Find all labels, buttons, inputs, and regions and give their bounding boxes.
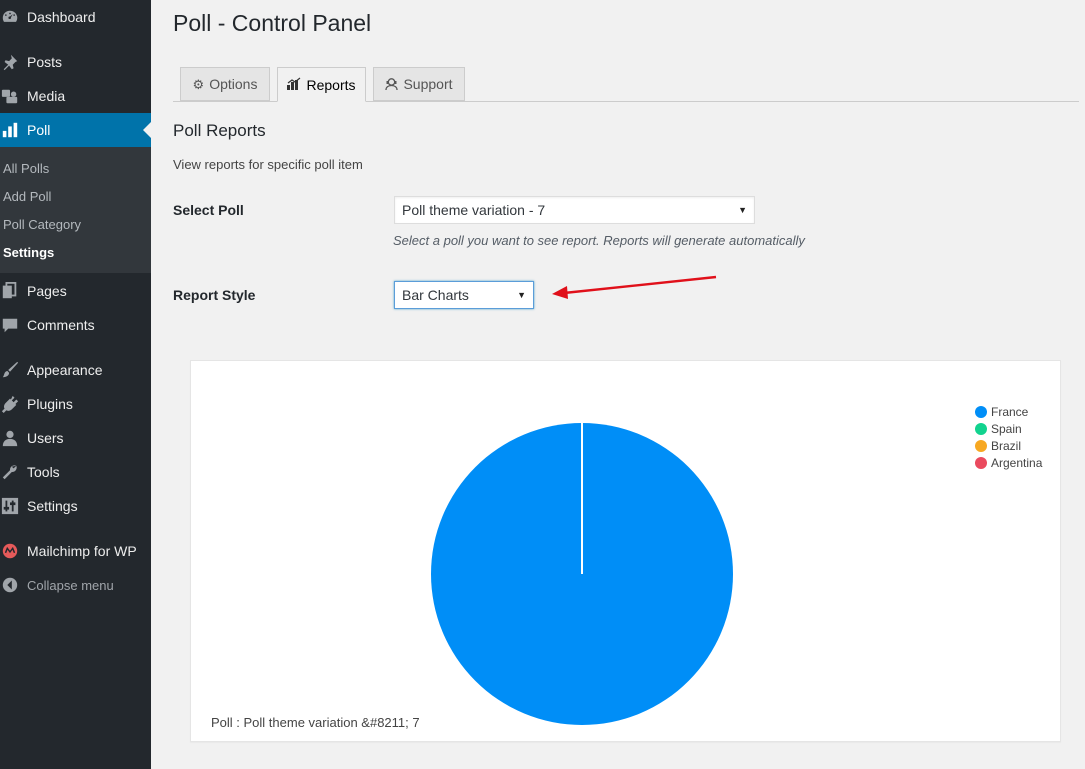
stats-icon [287,77,301,92]
legend-dot [975,439,987,452]
select-poll-value: Poll theme variation - 7 [402,202,546,218]
menu-item-settings[interactable]: Settings [0,489,151,523]
menu-label: Media [27,88,66,104]
section-title: Poll Reports [173,121,266,140]
select-poll-help: Select a poll you want to see report. Re… [393,233,805,248]
menu-label: Poll [27,122,51,138]
select-poll-label: Select Poll [173,202,244,218]
legend-label: Spain [991,421,1022,436]
tab-options[interactable]: ⚙ Options [180,67,270,101]
pages-icon [0,281,20,301]
legend-item-argentina[interactable]: Argentina [975,454,1042,471]
menu-item-users[interactable]: Users [0,421,151,455]
mailchimp-icon [0,541,20,561]
menu-label: Appearance [27,362,103,378]
bar-chart-icon [0,120,20,140]
chevron-down-icon: ▼ [738,205,747,215]
tab-label: Reports [306,76,356,93]
menu-label: Collapse menu [27,577,114,593]
plug-icon [0,394,20,414]
menu-item-appearance[interactable]: Appearance [0,353,151,387]
chart-caption: Poll : Poll theme variation &#8211; 7 [211,715,420,730]
menu-label: Posts [27,54,63,70]
report-style-label: Report Style [173,287,256,303]
menu-label: Pages [27,283,67,299]
tab-reports[interactable]: Reports [277,67,366,102]
report-style-value: Bar Charts [402,287,469,303]
menu-item-plugins[interactable]: Plugins [0,387,151,421]
collapse-menu-button[interactable]: Collapse menu [0,568,151,602]
report-chart-panel: France Spain Brazil Argentina Poll : Poll t… [190,360,1061,742]
menu-item-poll[interactable]: Poll [0,113,151,147]
submenu-item-poll-category[interactable]: Poll Category [3,217,81,232]
menu-label: Tools [27,464,60,480]
legend-dot [975,456,987,469]
pin-icon [0,52,20,72]
page-title: Poll - Control Panel [173,10,372,36]
annotation-arrow-icon [552,275,717,299]
comment-icon [0,315,20,335]
tab-label: Support [403,76,453,92]
legend-label: Argentina [991,455,1043,470]
pie-chart [431,423,733,725]
poll-submenu: All Polls Add Poll Poll Category Setting… [0,147,151,273]
legend-item-brazil[interactable]: Brazil [975,437,1042,454]
submenu-item-all-polls[interactable]: All Polls [3,161,49,176]
dashboard-icon [0,7,20,27]
legend-label: Brazil [991,438,1022,453]
media-icon [0,86,20,106]
legend-dot [975,405,987,418]
tab-support[interactable]: Support [373,67,465,101]
support-icon [385,77,399,92]
menu-label: Comments [27,317,95,333]
legend-item-spain[interactable]: Spain [975,420,1042,437]
section-description: View reports for specific poll item [173,157,363,172]
chevron-down-icon: ▼ [517,290,526,300]
menu-label: Users [27,430,64,446]
menu-label: Dashboard [27,9,96,25]
menu-label: Plugins [27,396,73,412]
wrench-icon [0,462,20,482]
chart-legend: France Spain Brazil Argentina [975,403,1042,471]
admin-sidebar: Dashboard Posts Media Poll All Polls Add… [0,0,151,769]
submenu-item-settings[interactable]: Settings [3,245,54,260]
collapse-arrow-icon [0,575,20,595]
gears-icon: ⚙ [192,76,205,92]
report-style-dropdown[interactable]: Bar Charts ▼ [394,281,534,309]
settings-sliders-icon [0,496,20,516]
menu-item-dashboard[interactable]: Dashboard [0,0,151,34]
brush-icon [0,360,20,380]
legend-dot [975,422,987,435]
legend-label: France [991,404,1029,419]
menu-item-media[interactable]: Media [0,79,151,113]
menu-item-comments[interactable]: Comments [0,308,151,342]
menu-item-tools[interactable]: Tools [0,455,151,489]
select-poll-dropdown[interactable]: Poll theme variation - 7 ▼ [394,196,755,224]
submenu-item-add-poll[interactable]: Add Poll [3,189,51,204]
menu-item-posts[interactable]: Posts [0,45,151,79]
legend-item-france[interactable]: France [975,403,1042,420]
menu-label: Settings [27,498,78,514]
menu-item-mailchimp[interactable]: Mailchimp for WP [0,534,151,568]
tab-label: Options [209,76,258,92]
user-icon [0,428,20,448]
menu-item-pages[interactable]: Pages [0,274,151,308]
menu-label: Mailchimp for WP [27,543,137,559]
